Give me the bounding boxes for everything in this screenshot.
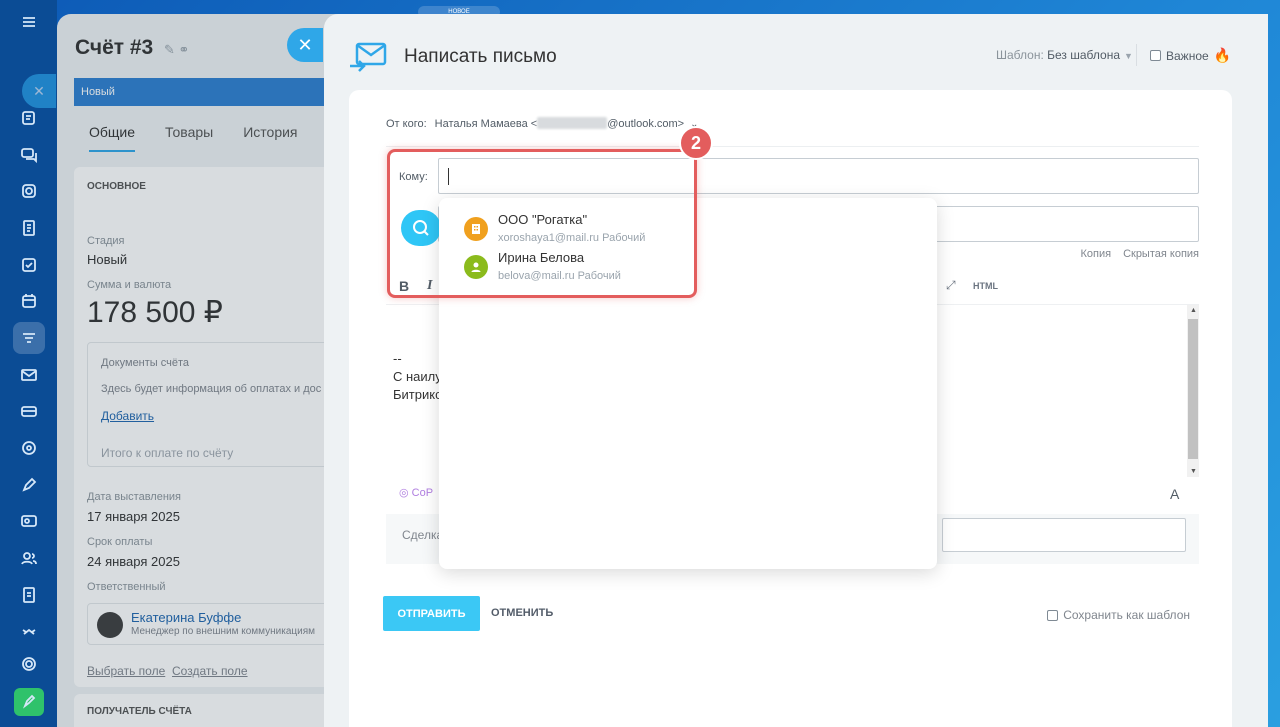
highlight-frame — [387, 149, 697, 298]
checkbox[interactable] — [1047, 609, 1059, 621]
issue-date-value: 17 января 2025 — [87, 509, 180, 524]
tab-general[interactable]: Общие — [89, 124, 136, 152]
due-date-label: Срок оплаты — [87, 536, 153, 548]
step-badge: 2 — [679, 126, 713, 160]
sum-label: Сумма и валюта — [87, 279, 172, 291]
signature-line: Битрикс — [393, 387, 442, 402]
copilot-label: CoP — [411, 487, 434, 499]
from-domain: @outlook.com> — [607, 118, 685, 130]
docs-add-link[interactable]: Добавить — [101, 409, 154, 423]
deal-label: Сделка — [402, 528, 444, 542]
fullscreen-icon[interactable]: ⤢ — [946, 278, 956, 293]
deal-panel: Счёт #3 ✎ ⚭ Новый Общие Товары История Б… — [57, 14, 347, 727]
from-row[interactable]: От кого: Наталья Мамаева < @outlook.com> ⌄ — [386, 117, 699, 130]
camera-icon[interactable] — [13, 175, 45, 207]
select-field-link[interactable]: Выбрать поле — [87, 664, 165, 678]
chevron-down-icon: ▼ — [1124, 51, 1133, 61]
mail-header-icon — [350, 42, 387, 72]
html-button[interactable]: HTML — [973, 281, 998, 291]
section-main-title: ОСНОВНОЕ — [87, 181, 146, 192]
bug-icon[interactable] — [13, 615, 45, 647]
mail-icon[interactable] — [13, 359, 45, 391]
left-rail — [0, 0, 57, 727]
signature-line: -- — [393, 351, 402, 366]
stage-bar[interactable]: Новый — [74, 78, 347, 106]
edit-link-icons[interactable]: ✎ ⚭ — [164, 42, 189, 58]
responsible-label: Ответственный — [87, 581, 166, 593]
id-card-icon[interactable] — [13, 505, 45, 537]
template-select[interactable]: Шаблон: Без шаблона ▼ — [996, 48, 1133, 62]
save-template-label: Сохранить как шаблон — [1063, 608, 1190, 622]
bcc-link[interactable]: Скрытая копия — [1123, 248, 1199, 260]
store-icon[interactable] — [13, 395, 45, 427]
checkbox[interactable] — [1150, 50, 1161, 61]
menu-icon[interactable] — [13, 6, 45, 38]
editor-scrollbar[interactable]: ▲ ▼ — [1187, 305, 1199, 477]
pen-icon[interactable] — [13, 469, 45, 501]
chat-icon[interactable] — [13, 139, 45, 171]
copilot-link[interactable]: ◎ CoP — [399, 486, 433, 499]
fire-icon: 🔥 — [1213, 47, 1232, 63]
cancel-button[interactable]: ОТМЕНИТЬ — [491, 607, 553, 619]
rail-close-icon[interactable]: ✕ — [22, 74, 56, 108]
total-label: Итого к оплате по счёту — [101, 446, 234, 460]
calendar-icon[interactable] — [13, 285, 45, 317]
issue-date-label: Дата выставления — [87, 491, 181, 503]
divider — [1136, 44, 1137, 66]
tab-products[interactable]: Товары — [165, 124, 213, 152]
target-icon[interactable] — [13, 432, 45, 464]
important-checkbox[interactable]: Важное 🔥 — [1150, 47, 1231, 64]
stage-label: Стадия — [87, 235, 125, 247]
redacted-email — [537, 117, 608, 129]
divider — [386, 146, 1199, 147]
template-value: Без шаблона — [1047, 48, 1120, 62]
settings-icon[interactable] — [13, 648, 45, 680]
file-icon[interactable] — [13, 579, 45, 611]
deal-card: ОСНОВНОЕ Стадия Новый Сумма и валюта 178… — [74, 167, 347, 687]
docs-label: Документы счёта — [101, 357, 190, 369]
responsible-role: Менеджер по внешним коммуникациям — [131, 626, 316, 637]
cc-link[interactable]: Копия — [1080, 248, 1111, 260]
recipient-card: ПОЛУЧАТЕЛЬ СЧЁТА — [74, 694, 347, 727]
save-template-checkbox[interactable]: Сохранить как шаблон — [1047, 608, 1190, 622]
signature-line: С наилу — [393, 369, 442, 384]
checklist-icon[interactable] — [13, 249, 45, 281]
crm-filter-icon[interactable] — [13, 322, 45, 354]
mail-title: Написать письмо — [404, 46, 557, 67]
font-format-icon[interactable]: A — [1170, 486, 1179, 502]
docs-text: Здесь будет информация об оплатах и дос — [101, 383, 322, 395]
section-recipient-title: ПОЛУЧАТЕЛЬ СЧЁТА — [87, 706, 192, 717]
stage-value: Новый — [87, 252, 128, 267]
users-icon[interactable] — [13, 542, 45, 574]
send-button[interactable]: ОТПРАВИТЬ — [383, 596, 480, 631]
close-slider-icon[interactable]: ✕ — [287, 28, 323, 62]
copy-links: Копия Скрытая копия — [1080, 248, 1199, 260]
tab-history[interactable]: История — [243, 124, 297, 152]
scroll-up-icon[interactable]: ▲ — [1190, 307, 1197, 314]
scroll-down-icon[interactable]: ▼ — [1190, 468, 1197, 475]
sum-value: 178 500 ₽ — [87, 296, 223, 329]
avatar — [97, 612, 123, 638]
create-field-link[interactable]: Создать поле — [172, 664, 248, 678]
due-date-value: 24 января 2025 — [87, 554, 180, 569]
docs-block: Документы счёта Здесь будет информация о… — [87, 342, 347, 467]
responsible-name[interactable]: Екатерина Буффе — [131, 610, 241, 625]
template-label: Шаблон: — [996, 48, 1044, 62]
from-name: Наталья Мамаева < — [434, 118, 538, 130]
deal-input[interactable] — [942, 518, 1186, 552]
docs-icon[interactable] — [13, 212, 45, 244]
deal-tabs: Общие Товары История Б — [89, 124, 337, 152]
from-label: От кого: — [386, 118, 427, 130]
signature: -- С наилу Битрикс — [393, 350, 442, 404]
rocket-icon[interactable] — [14, 688, 44, 716]
important-label: Важное — [1166, 48, 1209, 63]
responsible-person[interactable]: Екатерина Буффе Менеджер по внешним комм… — [87, 603, 347, 645]
scroll-thumb[interactable] — [1188, 319, 1198, 459]
deal-title: Счёт #3 — [75, 36, 154, 59]
